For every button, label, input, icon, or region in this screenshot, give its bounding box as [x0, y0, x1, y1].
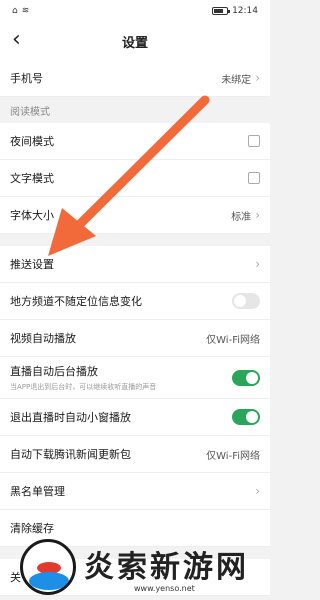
status-icons: ⌂ ≋	[12, 6, 29, 16]
row-phone-value: 未绑定	[221, 74, 252, 86]
row-blacklist[interactable]: 黑名单管理 ›	[0, 473, 270, 510]
night-mode-checkbox[interactable]	[248, 135, 260, 147]
row-local-label: 地方频道不随定位信息变化	[10, 295, 142, 308]
row-text-mode[interactable]: 文字模式	[0, 160, 270, 197]
chevron-right-icon: ›	[255, 208, 260, 222]
watermark-brand: 炎索新游网	[84, 549, 249, 585]
row-update-label: 自动下载腾讯新闻更新包	[10, 448, 131, 461]
local-channel-toggle[interactable]	[232, 293, 260, 309]
page-title: 设置	[121, 35, 148, 51]
row-video-autoplay[interactable]: 视频自动播放 仅Wi-Fi网络	[0, 320, 270, 357]
row-video-value: 仅Wi-Fi网络	[206, 334, 260, 346]
row-live-exit-label: 退出直播时自动小窗播放	[10, 411, 131, 424]
row-font-size[interactable]: 字体大小 标准 ›	[0, 197, 270, 234]
row-night-label: 夜间模式	[10, 135, 54, 148]
row-phone[interactable]: 手机号 未绑定 ›	[0, 60, 270, 97]
text-mode-checkbox[interactable]	[248, 172, 260, 184]
row-phone-label: 手机号	[10, 72, 43, 85]
row-font-value: 标准	[231, 211, 252, 223]
row-push-settings[interactable]: 推送设置 ›	[0, 246, 270, 283]
row-auto-update[interactable]: 自动下载腾讯新闻更新包 仅Wi-Fi网络	[0, 436, 270, 473]
live-background-toggle[interactable]	[232, 369, 260, 386]
live-exit-toggle[interactable]	[232, 409, 260, 425]
back-icon[interactable]: ‹	[12, 28, 21, 52]
status-bar: ⌂ ≋ 12:14	[0, 0, 270, 22]
row-font-label: 字体大小	[10, 209, 54, 222]
row-update-value: 仅Wi-Fi网络	[206, 450, 260, 462]
watermark-logo-icon	[20, 539, 76, 595]
chevron-right-icon: ›	[255, 484, 260, 498]
nav-bar: ‹ 设置	[0, 22, 270, 60]
section-gap	[0, 234, 270, 246]
signal-icon: ≋	[21, 6, 30, 16]
row-push-label: 推送设置	[10, 258, 54, 271]
row-video-label: 视频自动播放	[10, 332, 76, 345]
chevron-right-icon: ›	[255, 71, 260, 85]
battery-icon	[212, 7, 231, 15]
chevron-right-icon: ›	[255, 257, 260, 271]
row-live-background[interactable]: 直播自动后台播放 当APP退出到后台时，可以继续收听直播的声音	[0, 357, 270, 399]
watermark: 炎索新游网 www.yenso.net	[0, 534, 270, 600]
wifi-icon: ⌂	[12, 6, 18, 16]
row-live-exit-miniwindow[interactable]: 退出直播时自动小窗播放	[0, 399, 270, 436]
section-reading-mode: 阅读模式	[0, 97, 270, 123]
row-live-bg-label: 直播自动后台播放	[10, 365, 98, 378]
row-local-channel[interactable]: 地方频道不随定位信息变化	[0, 283, 270, 320]
row-text-label: 文字模式	[10, 172, 54, 185]
row-live-bg-sub: 当APP退出到后台时，可以继续收听直播的声音	[10, 383, 157, 391]
row-night-mode[interactable]: 夜间模式	[0, 123, 270, 160]
row-blacklist-label: 黑名单管理	[10, 485, 65, 498]
status-time: 12:14	[232, 6, 258, 16]
